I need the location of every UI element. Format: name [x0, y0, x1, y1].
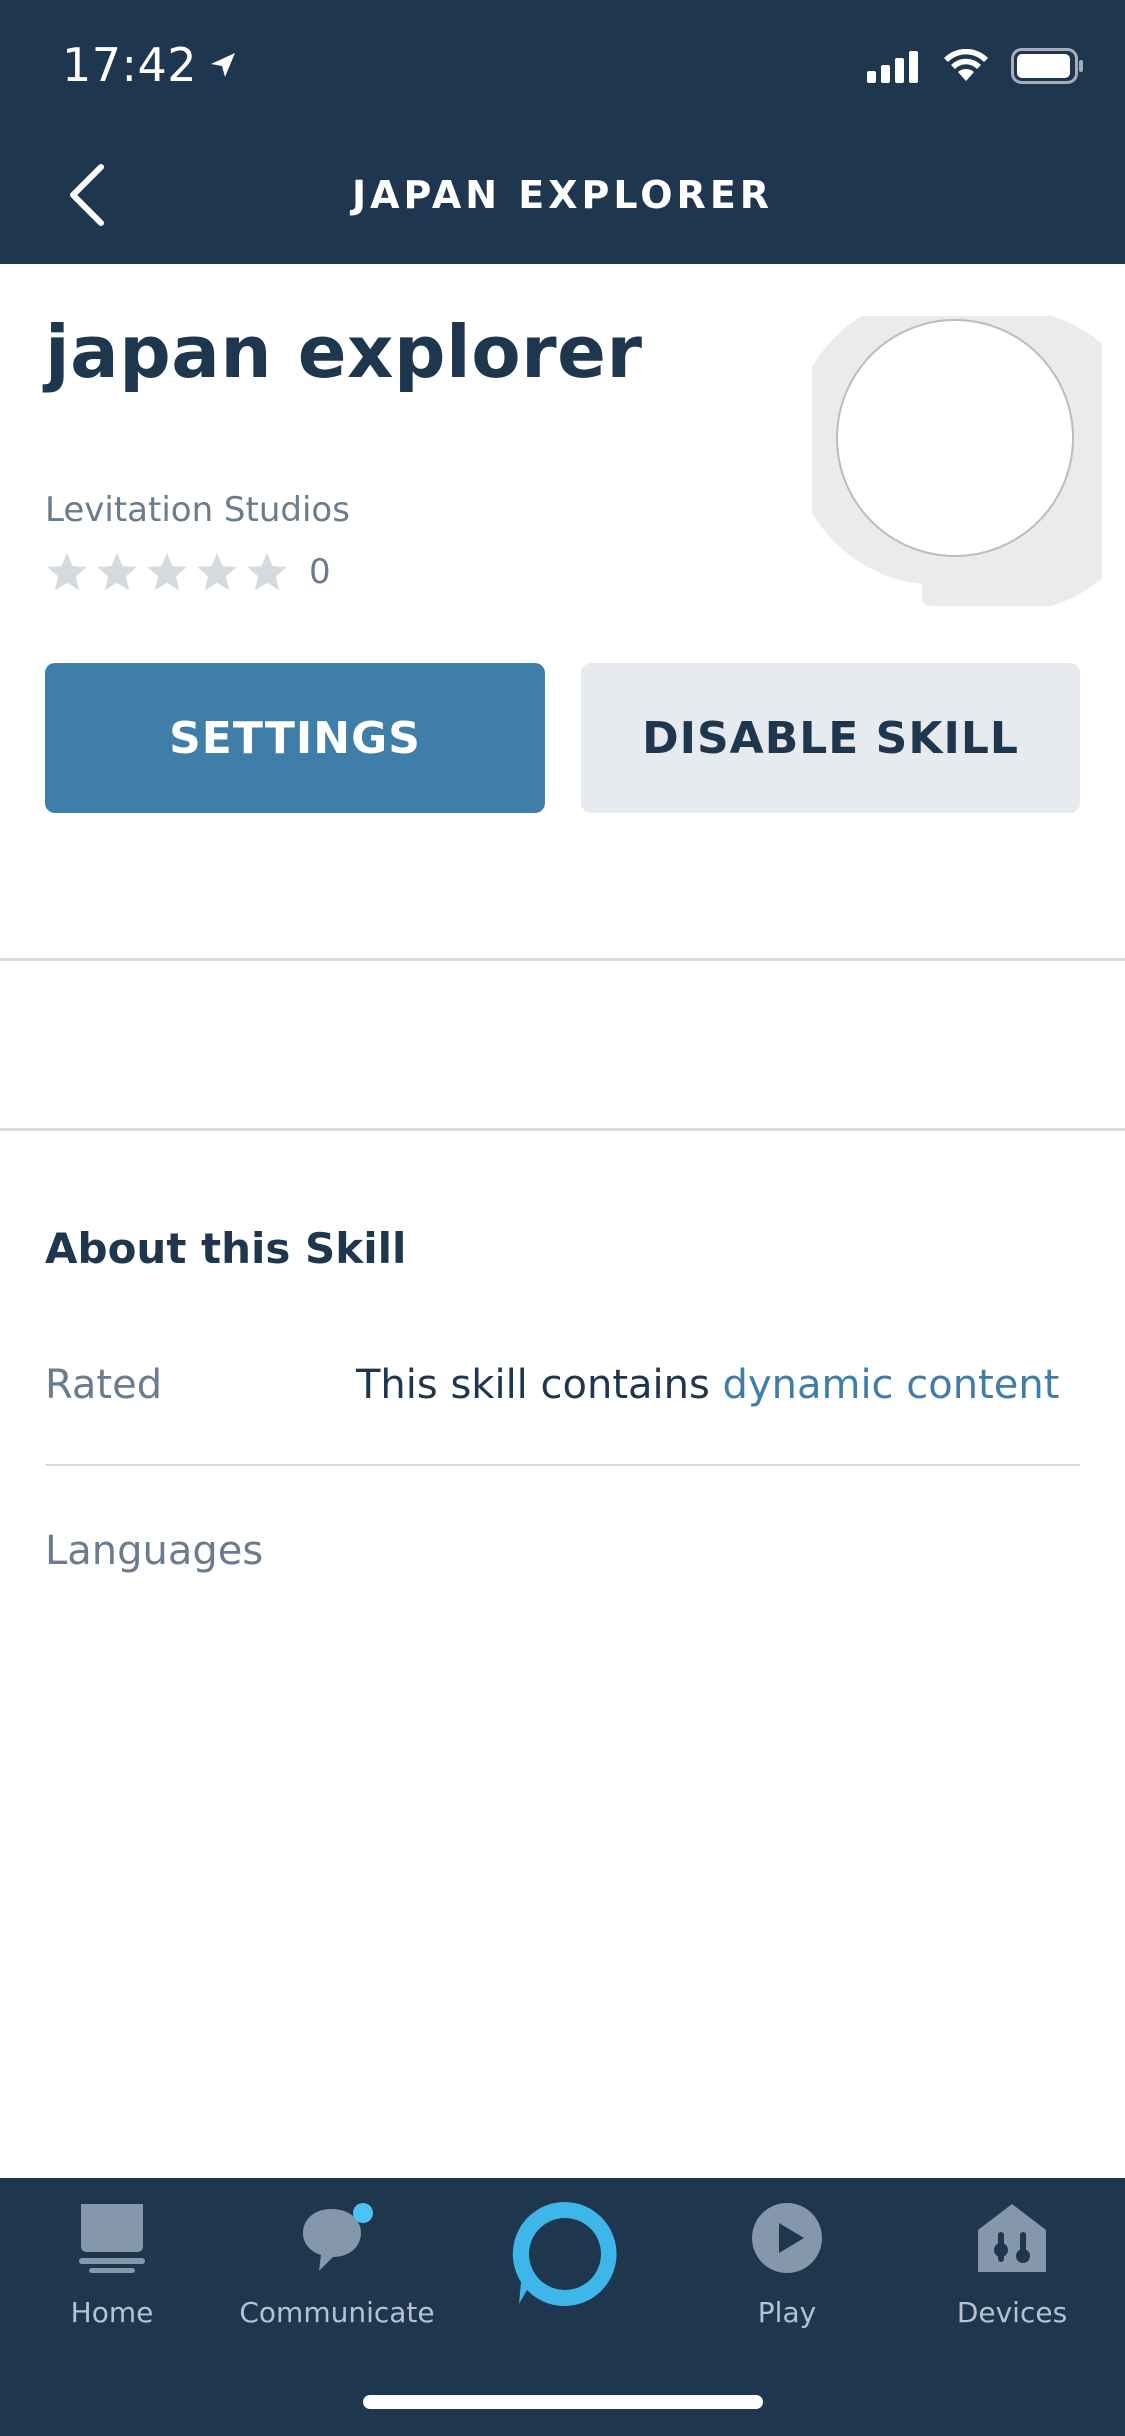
- chat-icon: [303, 2203, 373, 2271]
- skill-name: japan explorer: [45, 310, 643, 394]
- about-section-title: About this Skill: [45, 1224, 407, 1273]
- app-header: 17:42 JAPAN EXPLORER: [0, 0, 1125, 264]
- star-icon: [147, 552, 187, 591]
- skill-logo-icon: [812, 316, 1102, 606]
- rated-label: Rated: [45, 1362, 163, 1408]
- disable-skill-button[interactable]: DISABLE SKILL: [581, 663, 1080, 813]
- section-divider: [0, 958, 1125, 961]
- developer-name[interactable]: Levitation Studios: [45, 490, 350, 530]
- settings-button[interactable]: SETTINGS: [45, 663, 545, 813]
- rated-value: This skill contains dynamic content: [356, 1362, 1059, 1408]
- tab-devices-label: Devices: [956, 2296, 1068, 2329]
- play-icon: [752, 2203, 822, 2273]
- status-time-text: 17:42: [62, 38, 198, 92]
- tab-home[interactable]: Home: [2, 2198, 222, 2329]
- tab-play[interactable]: Play: [677, 2198, 897, 2329]
- tab-devices[interactable]: Devices: [902, 2198, 1122, 2329]
- star-icon: [197, 552, 237, 591]
- section-divider: [0, 1128, 1125, 1131]
- languages-label: Languages: [45, 1528, 264, 1574]
- cellular-signal-icon: [867, 51, 918, 83]
- home-indicator[interactable]: [363, 2395, 763, 2409]
- status-indicators: [867, 48, 1085, 84]
- tab-home-label: Home: [70, 2296, 154, 2329]
- wifi-icon: [944, 49, 988, 81]
- rating-count: 0: [309, 552, 331, 592]
- star-icon: [247, 552, 287, 591]
- star-rating[interactable]: 0: [45, 550, 331, 594]
- home-icon: [79, 2204, 145, 2273]
- devices-icon: [978, 2204, 1046, 2272]
- location-arrow-icon: [211, 53, 236, 77]
- star-icon: [97, 552, 137, 591]
- dynamic-content-link[interactable]: dynamic content: [723, 1362, 1060, 1408]
- battery-icon: [1011, 48, 1083, 84]
- star-icon: [47, 552, 87, 591]
- status-time: 17:42: [62, 38, 239, 92]
- tab-communicate[interactable]: Communicate: [227, 2198, 447, 2329]
- row-divider: [45, 1464, 1080, 1466]
- rated-text: This skill contains: [356, 1362, 723, 1408]
- tab-communicate-label: Communicate: [239, 2296, 435, 2329]
- tab-play-label: Play: [757, 2296, 817, 2329]
- alexa-icon[interactable]: [507, 2196, 623, 2312]
- page-title: JAPAN EXPLORER: [351, 173, 774, 217]
